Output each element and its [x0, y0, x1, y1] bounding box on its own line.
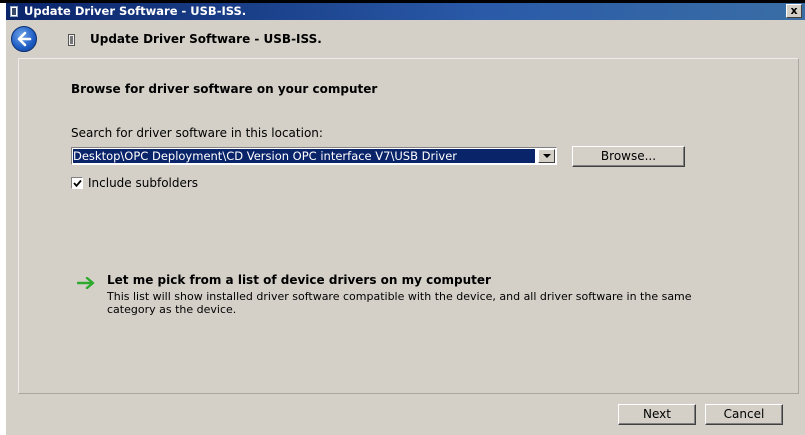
search-location-label: Search for driver software in this locat… — [71, 126, 323, 140]
browse-button[interactable]: Browse... — [572, 146, 685, 167]
device-icon — [68, 34, 75, 46]
wizard-header: Update Driver Software - USB-ISS. — [6, 20, 805, 58]
title-bar[interactable]: Update Driver Software - USB-ISS. x — [6, 3, 805, 20]
checkmark-icon — [73, 179, 82, 188]
back-button[interactable] — [11, 26, 37, 52]
path-input[interactable]: Desktop\OPC Deployment\CD Version OPC in… — [73, 149, 535, 163]
path-combobox[interactable]: Desktop\OPC Deployment\CD Version OPC in… — [71, 147, 557, 165]
include-subfolders-label[interactable]: Include subfolders — [88, 176, 198, 190]
window-title: Update Driver Software - USB-ISS. — [24, 4, 247, 18]
page-heading: Browse for driver software on your compu… — [71, 82, 378, 96]
wizard-title: Update Driver Software - USB-ISS. — [90, 32, 322, 46]
wizard-content: Browse for driver software on your compu… — [18, 58, 799, 394]
next-button[interactable]: Next — [618, 404, 696, 425]
cancel-button[interactable]: Cancel — [705, 404, 783, 425]
window-app-icon — [10, 6, 18, 17]
dropdown-arrow-icon[interactable] — [538, 149, 555, 163]
green-arrow-icon — [77, 277, 95, 289]
update-driver-dialog: Update Driver Software - USB-ISS. x Upda… — [5, 3, 805, 435]
close-button[interactable]: x — [786, 4, 802, 18]
path-value: Desktop\OPC Deployment\CD Version OPC in… — [73, 149, 457, 163]
include-subfolders-checkbox[interactable] — [71, 177, 83, 189]
back-arrow-icon — [17, 31, 32, 47]
pick-driver-link[interactable]: Let me pick from a list of device driver… — [107, 273, 491, 287]
pick-driver-description: This list will show installed driver sof… — [107, 290, 692, 316]
